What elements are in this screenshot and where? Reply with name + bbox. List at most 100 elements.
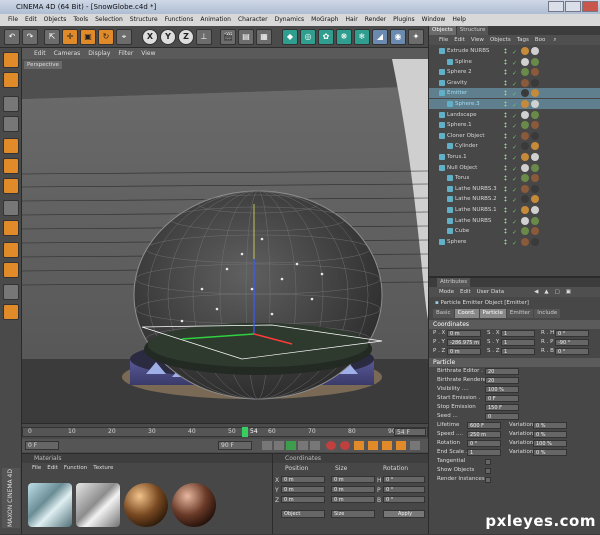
visibility-dots-icon[interactable] <box>503 48 508 54</box>
object-name[interactable]: Lathe NURBS <box>455 216 491 226</box>
model-mode-icon[interactable] <box>3 72 19 88</box>
coord-value-field[interactable]: -286.975 m <box>447 339 481 346</box>
timeline-icon[interactable] <box>3 284 19 300</box>
deformer-icon[interactable]: ❄ <box>354 29 370 45</box>
scene-icon[interactable]: ◢ <box>372 29 388 45</box>
object-row[interactable]: Landscape✓ <box>429 110 600 120</box>
tag-icon[interactable] <box>521 132 529 140</box>
end-frame-field[interactable]: 90 F <box>218 441 252 450</box>
object-row[interactable]: Gravity✓ <box>429 78 600 88</box>
particle-value-field[interactable]: 20 <box>485 368 519 375</box>
tag-icon[interactable] <box>531 142 539 150</box>
attr-menu-edit[interactable]: Edit <box>460 287 471 297</box>
maximize-button[interactable] <box>565 1 581 12</box>
objects-menu-file[interactable]: File <box>439 35 448 45</box>
up-arrow-icon[interactable]: ▲ <box>544 287 548 297</box>
visibility-dots-icon[interactable] <box>503 196 508 202</box>
move-tool-icon[interactable]: ✛ <box>62 29 78 45</box>
material-glass-1[interactable] <box>28 483 72 527</box>
tab-include[interactable]: Include <box>534 309 560 318</box>
object-row[interactable]: Torus✓ <box>429 173 600 183</box>
object-row[interactable]: Cube✓ <box>429 226 600 236</box>
variation-value-field[interactable]: 0 % <box>533 449 567 456</box>
render-settings-icon[interactable]: ▦ <box>256 29 272 45</box>
visibility-dots-icon[interactable] <box>503 165 508 171</box>
coord-value-field[interactable]: -90 ° <box>555 339 589 346</box>
tag-icon[interactable] <box>521 68 529 76</box>
materials-menu-texture[interactable]: Texture <box>93 463 113 473</box>
particle-value-field[interactable]: 150 F <box>485 404 519 411</box>
tag-icon[interactable] <box>531 100 539 108</box>
edges-mode-icon[interactable] <box>3 158 19 174</box>
menu-selection[interactable]: Selection <box>95 14 123 26</box>
visibility-dots-icon[interactable] <box>503 80 508 86</box>
object-row[interactable]: Sphere✓ <box>429 237 600 247</box>
tab-basic[interactable]: Basic <box>433 309 454 318</box>
coord-value-field[interactable]: 0 m <box>447 330 481 337</box>
object-name[interactable]: Emitter <box>447 88 467 98</box>
menu-dynamics[interactable]: Dynamics <box>275 14 305 26</box>
variation-value-field[interactable]: 0 % <box>533 431 567 438</box>
polygons-mode-icon[interactable] <box>3 178 19 194</box>
undo-icon[interactable]: ↶ <box>4 29 20 45</box>
tag-icon[interactable] <box>521 58 529 66</box>
menu-hair[interactable]: Hair <box>345 14 357 26</box>
object-row[interactable]: Sphere.3✓ <box>429 99 600 109</box>
object-name[interactable]: Sphere <box>447 237 466 247</box>
menu-help[interactable]: Help <box>452 14 466 26</box>
particle-value-field[interactable]: 600 F <box>467 422 501 429</box>
position-key-icon[interactable] <box>368 441 378 450</box>
object-row[interactable]: Lathe NURBS.1✓ <box>429 205 600 215</box>
perspective-viewport[interactable] <box>22 59 428 423</box>
position-y-field[interactable]: 0 m <box>281 486 325 493</box>
visibility-dots-icon[interactable] <box>503 90 508 96</box>
workplane-icon[interactable] <box>3 242 19 258</box>
object-row[interactable]: Extrude NURBS✓ <box>429 46 600 56</box>
particle-value-field[interactable]: 1 <box>467 449 501 456</box>
menu-file[interactable]: File <box>8 14 18 26</box>
menu-plugins[interactable]: Plugins <box>393 14 415 26</box>
snap-icon[interactable] <box>3 220 19 236</box>
tag-icon[interactable] <box>531 58 539 66</box>
tag-icon[interactable] <box>531 217 539 225</box>
start-frame-field[interactable]: 0 F <box>25 441 59 450</box>
timeline-menu-icon[interactable] <box>410 441 420 450</box>
tag-icon[interactable] <box>521 238 529 246</box>
objects-menu-edit[interactable]: Edit <box>454 35 465 45</box>
tab-coord[interactable]: Coord. <box>455 309 479 318</box>
object-name[interactable]: Cylinder <box>455 141 478 151</box>
make-editable-icon[interactable] <box>3 52 19 68</box>
redo-icon[interactable]: ↷ <box>22 29 38 45</box>
menu-mograph[interactable]: MoGraph <box>311 14 338 26</box>
visibility-dots-icon[interactable] <box>503 239 508 245</box>
next-frame-icon[interactable] <box>298 441 308 450</box>
back-arrow-icon[interactable]: ◀ <box>534 287 538 297</box>
array-icon[interactable]: ✿ <box>318 29 334 45</box>
coord-value-field[interactable]: 1 <box>501 348 535 355</box>
materials-menu-file[interactable]: File <box>32 463 41 473</box>
object-name[interactable]: Landscape <box>447 110 477 120</box>
object-row[interactable]: Lathe NURBS.3✓ <box>429 184 600 194</box>
object-name[interactable]: Extrude NURBS <box>447 46 489 56</box>
viewport-menu-view[interactable]: View <box>141 48 155 59</box>
recent-tool-icon[interactable]: ⌖ <box>116 29 132 45</box>
visibility-dots-icon[interactable] <box>503 69 508 75</box>
attr-menu-userdata[interactable]: User Data <box>477 287 504 297</box>
object-name[interactable]: Lathe NURBS.2 <box>455 194 497 204</box>
position-x-field[interactable]: 0 m <box>281 476 325 483</box>
viewport-menu-display[interactable]: Display <box>88 48 110 59</box>
layer-icon[interactable] <box>3 304 19 320</box>
size-z-field[interactable]: 0 m <box>331 496 375 503</box>
tag-icon[interactable] <box>531 79 539 87</box>
position-z-field[interactable]: 0 m <box>281 496 325 503</box>
viewport-menu-edit[interactable]: Edit <box>34 48 46 59</box>
coord-value-field[interactable]: 0 m <box>447 348 481 355</box>
tab-particle[interactable]: Particle <box>480 309 506 318</box>
checkbox[interactable] <box>485 459 491 465</box>
tag-icon[interactable] <box>521 164 529 172</box>
tab-attributes[interactable]: Attributes <box>437 278 470 287</box>
search-icon[interactable]: ⌕ <box>553 35 556 45</box>
objects-menu-view[interactable]: View <box>471 35 484 45</box>
goto-start-icon[interactable] <box>262 441 272 450</box>
object-name[interactable]: Sphere.1 <box>447 120 472 130</box>
